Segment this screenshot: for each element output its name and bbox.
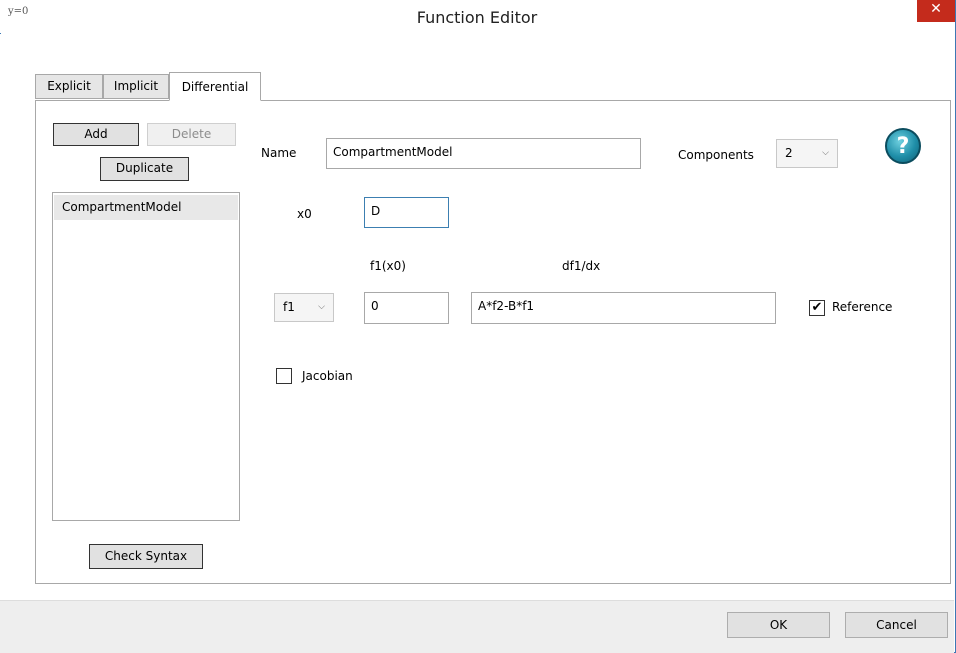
components-label: Components xyxy=(678,148,754,162)
window-title: Function Editor xyxy=(416,8,538,27)
delete-button[interactable]: Delete xyxy=(147,123,236,146)
name-field[interactable]: CompartmentModel xyxy=(326,138,641,169)
derivative-field[interactable]: A*f2-B*f1 xyxy=(471,292,776,324)
reference-checkbox[interactable]: ✔ xyxy=(809,300,825,316)
reference-label: Reference xyxy=(832,300,893,314)
duplicate-button[interactable]: Duplicate xyxy=(100,157,189,181)
ok-button[interactable]: OK xyxy=(727,612,830,638)
function-list[interactable] xyxy=(52,192,240,521)
initial-value-field[interactable]: 0 xyxy=(364,292,449,324)
help-icon[interactable]: ? xyxy=(885,128,921,164)
derivative-header: df1/dx xyxy=(562,259,601,273)
jacobian-label: Jacobian xyxy=(302,369,353,383)
tab-differential[interactable]: Differential xyxy=(169,72,261,101)
chevron-down-icon: ⌵ xyxy=(318,302,325,312)
cancel-button[interactable]: Cancel xyxy=(845,612,948,638)
jacobian-checkbox[interactable] xyxy=(276,368,292,384)
components-value: 2 xyxy=(785,146,793,160)
x0-label: x0 xyxy=(297,207,312,221)
list-item[interactable]: CompartmentModel xyxy=(54,195,238,220)
close-icon: ✕ xyxy=(930,1,942,17)
add-button[interactable]: Add xyxy=(53,123,139,146)
function-select-value: f1 xyxy=(283,300,295,314)
check-syntax-button[interactable]: Check Syntax xyxy=(89,544,203,569)
initial-value-header: f1(x0) xyxy=(370,259,406,273)
close-button[interactable]: ✕ xyxy=(917,0,955,22)
components-select[interactable]: 2 ⌵ xyxy=(776,139,838,168)
name-label: Name xyxy=(261,146,297,160)
tab-implicit[interactable]: Implicit xyxy=(103,74,169,99)
chevron-down-icon: ⌵ xyxy=(822,148,829,158)
function-select[interactable]: f1 ⌵ xyxy=(274,293,334,322)
x0-field[interactable]: D xyxy=(364,197,449,228)
tab-explicit[interactable]: Explicit xyxy=(35,74,103,99)
